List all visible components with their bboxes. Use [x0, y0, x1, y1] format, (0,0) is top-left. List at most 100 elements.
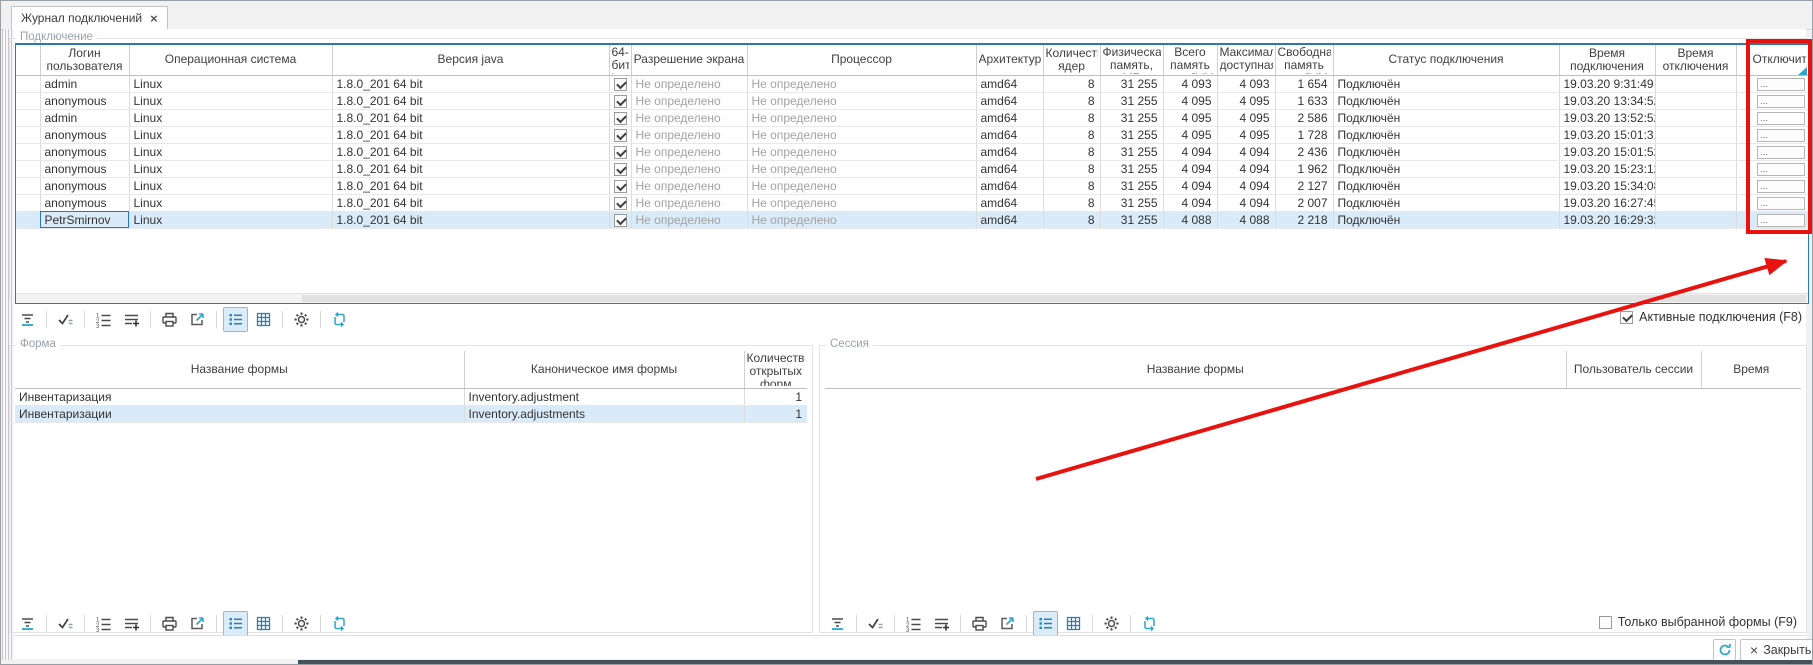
toolbar-button-filter[interactable] — [15, 611, 40, 636]
scrollbar-thumb[interactable] — [302, 295, 1806, 302]
disconnect-button[interactable]: ... — [1757, 112, 1805, 125]
horizontal-scrollbar[interactable] — [16, 293, 1808, 303]
toolbar-button-grid[interactable] — [251, 611, 276, 636]
tab-connection-journal[interactable]: Журнал подключений × — [11, 6, 168, 29]
column-header-2[interactable]: Количество открытых форм — [744, 351, 807, 388]
toolbar-button-add-row[interactable] — [119, 611, 144, 636]
connection-row[interactable]: anonymousLinux1.8.0_201 64 bitНе определ… — [16, 194, 1808, 211]
only-selected-form-checkbox[interactable]: Только выбранной формы (F9) — [1599, 615, 1797, 629]
disconnect-button[interactable]: ... — [1757, 78, 1805, 91]
connection-row[interactable]: adminLinux1.8.0_201 64 bitНе определеноН… — [16, 109, 1808, 126]
column-header-16[interactable]: Отключить — [1736, 45, 1808, 75]
column-header-4[interactable]: 64-битн. java — [609, 45, 631, 75]
column-header-0[interactable]: Название формы — [15, 351, 464, 388]
cell-disconnected_at — [1655, 75, 1736, 92]
toolbar-button-print[interactable] — [157, 307, 182, 332]
connection-row[interactable]: anonymousLinux1.8.0_201 64 bitНе определ… — [16, 126, 1808, 143]
toolbar-button-print[interactable] — [157, 611, 182, 636]
x64-java-checkbox[interactable] — [614, 129, 627, 142]
connection-row[interactable]: anonymousLinux1.8.0_201 64 bitНе определ… — [16, 177, 1808, 194]
cell-free_mem: 2 007 — [1275, 194, 1333, 211]
toolbar-button-numbered-list[interactable]: 123 — [901, 611, 926, 636]
column-header-2[interactable]: Время — [1701, 351, 1801, 388]
toolbar-button-check-list[interactable] — [53, 611, 78, 636]
column-header-2[interactable]: Операционная система — [129, 45, 332, 75]
toolbar-button-grid[interactable] — [1061, 611, 1086, 636]
connection-row[interactable]: anonymousLinux1.8.0_201 64 bitНе определ… — [16, 143, 1808, 160]
x64-java-checkbox[interactable] — [614, 78, 627, 91]
column-header-15[interactable]: Время отключения — [1655, 45, 1736, 75]
toolbar-button-check-list[interactable] — [53, 307, 78, 332]
toolbar-button-settings[interactable] — [289, 307, 314, 332]
column-header-1[interactable]: Логин пользователя — [40, 45, 129, 75]
x64-java-checkbox[interactable] — [614, 163, 627, 176]
refresh-button[interactable] — [1713, 639, 1736, 661]
cell-cores: 8 — [1043, 194, 1100, 211]
x64-java-checkbox[interactable] — [614, 95, 627, 108]
toolbar-button-print[interactable] — [967, 611, 992, 636]
column-header-6[interactable]: Процессор — [747, 45, 976, 75]
disconnect-button[interactable]: ... — [1757, 95, 1805, 108]
cell-disconnected_at — [1655, 160, 1736, 177]
column-header-14[interactable]: Время подключения — [1559, 45, 1655, 75]
session-toolbar: 123 — [825, 610, 1162, 636]
disconnect-button[interactable]: ... — [1757, 214, 1805, 227]
toolbar-button-list-view[interactable] — [223, 611, 248, 636]
x64-java-checkbox[interactable] — [614, 146, 627, 159]
column-header-0[interactable]: Название формы — [825, 351, 1566, 388]
disconnect-button[interactable]: ... — [1757, 163, 1805, 176]
cell-selector — [16, 126, 40, 143]
toolbar-button-add-row[interactable] — [119, 307, 144, 332]
column-header-1[interactable]: Пользователь сессии — [1566, 351, 1701, 388]
close-button[interactable]: × Закрыть — [1740, 639, 1813, 661]
connection-row[interactable]: anonymousLinux1.8.0_201 64 bitНе определ… — [16, 92, 1808, 109]
toolbar-button-export[interactable] — [185, 307, 210, 332]
column-header-0[interactable] — [16, 45, 40, 75]
toolbar-button-list-view[interactable] — [1033, 611, 1058, 636]
active-connections-checkbox[interactable]: Активные подключения (F8) — [1620, 310, 1802, 324]
toolbar-button-numbered-list[interactable]: 123 — [91, 611, 116, 636]
toolbar-button-refresh-square[interactable] — [327, 307, 352, 332]
disconnect-button[interactable]: ... — [1757, 197, 1805, 210]
connection-row[interactable]: adminLinux1.8.0_201 64 bitНе определеноН… — [16, 75, 1808, 92]
x64-java-checkbox[interactable] — [614, 197, 627, 210]
disconnect-button[interactable]: ... — [1757, 146, 1805, 159]
cell-screen: Не определено — [631, 92, 747, 109]
column-header-7[interactable]: Архитектура — [976, 45, 1043, 75]
toolbar-button-refresh-square[interactable] — [327, 611, 352, 636]
table-row[interactable]: ИнвентаризацииInventory.adjustments1 — [15, 405, 807, 422]
toolbar-button-filter[interactable] — [15, 307, 40, 332]
cell-login: anonymous — [40, 160, 129, 177]
connection-row[interactable]: PetrSmirnovLinux1.8.0_201 64 bitНе опред… — [16, 211, 1808, 228]
column-header-12[interactable]: Свободная память для JVM — [1275, 45, 1333, 75]
tab-close-icon[interactable]: × — [150, 12, 158, 25]
toolbar-button-settings[interactable] — [289, 611, 314, 636]
disconnect-button[interactable]: ... — [1757, 180, 1805, 193]
table-row[interactable]: ИнвентаризацияInventory.adjustment1 — [15, 388, 807, 405]
x64-java-checkbox[interactable] — [614, 112, 627, 125]
toolbar-button-filter[interactable] — [825, 611, 850, 636]
column-header-10[interactable]: Всего память для JVM — [1163, 45, 1217, 75]
toolbar-button-numbered-list[interactable]: 123 — [91, 307, 116, 332]
toolbar-button-export[interactable] — [995, 611, 1020, 636]
column-header-8[interactable]: Количество ядер — [1043, 45, 1100, 75]
filter-icon — [19, 311, 36, 328]
toolbar-button-settings[interactable] — [1099, 611, 1124, 636]
toolbar-button-export[interactable] — [185, 611, 210, 636]
column-header-9[interactable]: Физическая память, МБ — [1100, 45, 1163, 75]
cell-phys_mem: 31 255 — [1100, 211, 1163, 228]
column-header-3[interactable]: Версия java — [332, 45, 609, 75]
column-header-11[interactable]: Максимальная доступная память — [1217, 45, 1275, 75]
x64-java-checkbox[interactable] — [614, 214, 627, 227]
connection-row[interactable]: anonymousLinux1.8.0_201 64 bitНе определ… — [16, 160, 1808, 177]
column-header-1[interactable]: Каноническое имя формы — [464, 351, 744, 388]
toolbar-button-check-list[interactable] — [863, 611, 888, 636]
column-header-13[interactable]: Статус подключения — [1333, 45, 1559, 75]
toolbar-button-refresh-square[interactable] — [1137, 611, 1162, 636]
toolbar-button-grid[interactable] — [251, 307, 276, 332]
toolbar-button-list-view[interactable] — [223, 307, 248, 332]
column-header-5[interactable]: Разрешение экрана — [631, 45, 747, 75]
disconnect-button[interactable]: ... — [1757, 129, 1805, 142]
toolbar-button-add-row[interactable] — [929, 611, 954, 636]
x64-java-checkbox[interactable] — [614, 180, 627, 193]
